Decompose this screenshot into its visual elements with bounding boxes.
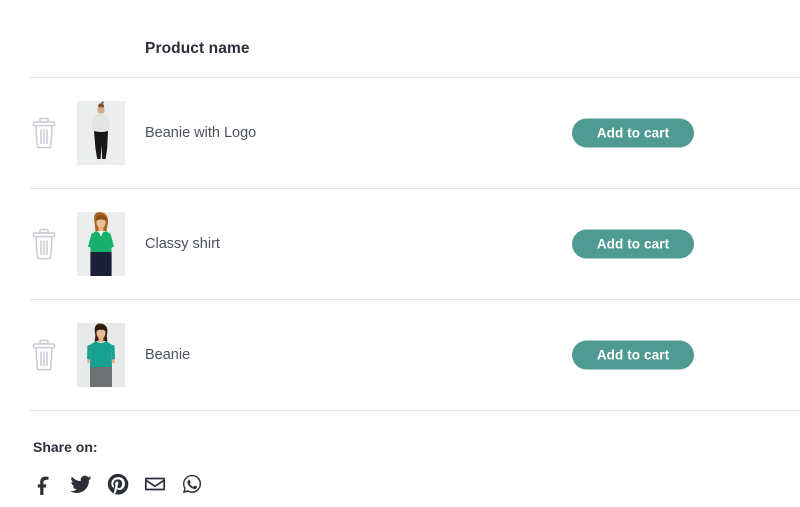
divider-table-bottom	[30, 410, 800, 411]
add-to-cart-button[interactable]: Add to cart	[572, 341, 694, 370]
add-to-cart-cell: Add to cart	[572, 230, 694, 259]
add-to-cart-cell: Add to cart	[572, 341, 694, 370]
table-header: Product name	[0, 0, 800, 77]
add-to-cart-cell: Add to cart	[572, 119, 694, 148]
table-row: Classy shirt Add to cart	[0, 189, 800, 299]
share-icon-list	[33, 473, 203, 495]
add-to-cart-button[interactable]: Add to cart	[572, 230, 694, 259]
share-on-label: Share on:	[33, 439, 98, 455]
product-name: Beanie	[145, 347, 190, 363]
pinterest-icon[interactable]	[107, 473, 129, 495]
delete-row-button[interactable]	[31, 339, 57, 371]
product-name: Beanie with Logo	[145, 125, 256, 141]
table-row: Beanie Add to cart	[0, 300, 800, 410]
twitter-icon[interactable]	[70, 473, 92, 495]
product-thumbnail[interactable]	[77, 323, 125, 387]
whatsapp-icon[interactable]	[181, 473, 203, 495]
table-row: Beanie with Logo Add to cart	[0, 78, 800, 188]
email-icon[interactable]	[144, 473, 166, 495]
cart-product-table-page: Product name	[0, 0, 800, 507]
product-name: Classy shirt	[145, 236, 220, 252]
add-to-cart-button[interactable]: Add to cart	[572, 119, 694, 148]
product-thumbnail[interactable]	[77, 212, 125, 276]
facebook-icon[interactable]	[33, 473, 55, 495]
delete-row-button[interactable]	[31, 228, 57, 260]
column-header-product-name: Product name	[145, 40, 250, 58]
delete-row-button[interactable]	[31, 117, 57, 149]
product-thumbnail[interactable]	[77, 101, 125, 165]
